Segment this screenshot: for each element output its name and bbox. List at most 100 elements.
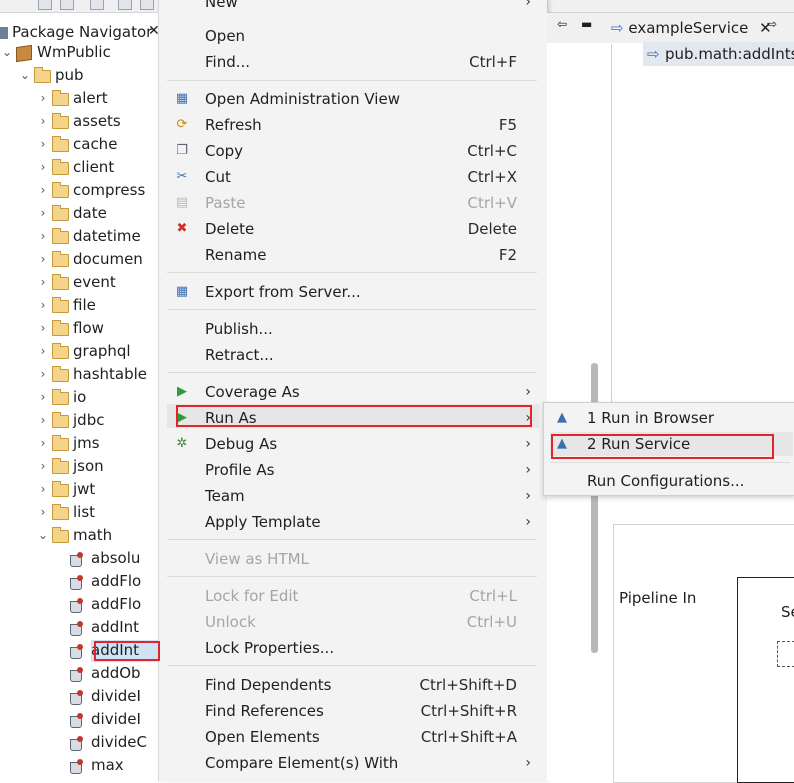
editor-tab-exampleservice[interactable]: ⇨ exampleService ✕ xyxy=(611,19,772,43)
minimize-icon[interactable]: ▬ xyxy=(581,17,592,31)
tree-item-folder[interactable]: › assets xyxy=(0,110,158,133)
folder-icon xyxy=(34,67,51,83)
tree-item-folder[interactable]: › datetime xyxy=(0,225,158,248)
tree-item-service[interactable]: addFlo xyxy=(0,570,158,593)
tree-item-folder[interactable]: › alert xyxy=(0,87,158,110)
chevron-icon[interactable]: › xyxy=(38,110,48,133)
tree-item-wmpublic[interactable]: ⌄ WmPublic xyxy=(0,41,158,64)
tree-item-service[interactable]: addOb xyxy=(0,662,158,685)
pipeline-box-text: Se xyxy=(781,603,794,621)
menu-item-debug-as[interactable]: ✲ Debug As › xyxy=(159,431,547,457)
tree-item-math[interactable]: ⌄ math xyxy=(0,524,158,547)
menu-item-publish[interactable]: Publish... xyxy=(159,316,547,342)
chevron-icon[interactable]: › xyxy=(38,294,48,317)
tree-item-service[interactable]: addInt xyxy=(0,616,158,639)
menu-item-open-elements[interactable]: Open Elements Ctrl+Shift+A xyxy=(159,724,547,750)
chevron-icon[interactable]: › xyxy=(38,179,48,202)
menu-item-copy[interactable]: ❐ Copy Ctrl+C xyxy=(159,138,547,164)
close-icon[interactable]: ✕ xyxy=(759,19,772,37)
menu-item-profile-as[interactable]: Profile As › xyxy=(159,457,547,483)
tree-item-folder[interactable]: › flow xyxy=(0,317,158,340)
menu-item-new[interactable]: New › xyxy=(159,0,547,15)
forward-icon[interactable] xyxy=(140,0,154,10)
tree-item-service[interactable]: divideI xyxy=(0,685,158,708)
close-icon[interactable]: ✕ xyxy=(148,23,158,39)
chevron-icon[interactable]: › xyxy=(38,202,48,225)
tree-item-folder[interactable]: › date xyxy=(0,202,158,225)
chevron-icon[interactable]: ⌄ xyxy=(38,524,48,547)
tree-item-service[interactable]: divideI xyxy=(0,708,158,731)
chevron-icon[interactable]: › xyxy=(38,455,48,478)
menu-item-shortcut: Ctrl+Shift+R xyxy=(420,702,517,720)
menu-item-rename[interactable]: Rename F2 xyxy=(159,242,547,268)
tree-item-folder[interactable]: › list xyxy=(0,501,158,524)
chevron-icon[interactable]: › xyxy=(38,340,48,363)
tree-item-service[interactable]: max xyxy=(0,754,158,777)
chevron-icon[interactable]: › xyxy=(38,386,48,409)
menu-item-compare-element-s-with[interactable]: Compare Element(s) With › xyxy=(159,750,547,776)
chevron-icon[interactable]: › xyxy=(38,409,48,432)
chevron-icon[interactable]: › xyxy=(38,248,48,271)
debug-icon: ✲ xyxy=(176,436,188,451)
menu-item-find-references[interactable]: Find References Ctrl+Shift+R xyxy=(159,698,547,724)
chevron-icon[interactable]: ⌄ xyxy=(20,64,30,87)
back-icon[interactable]: ⇦ xyxy=(557,17,567,31)
chevron-icon[interactable]: › xyxy=(38,432,48,455)
tree-item-folder[interactable]: › compress xyxy=(0,179,158,202)
menu-item-team[interactable]: Team › xyxy=(159,483,547,509)
tree-item-service[interactable]: absolu xyxy=(0,547,158,570)
tree-item-folder[interactable]: › documen xyxy=(0,248,158,271)
tree-item-service[interactable]: divideC xyxy=(0,731,158,754)
tree-item-folder[interactable]: › event xyxy=(0,271,158,294)
menu-item-retract[interactable]: Retract... xyxy=(159,342,547,368)
chevron-icon[interactable]: › xyxy=(38,87,48,110)
tree-item-folder[interactable]: › graphql xyxy=(0,340,158,363)
monitor-icon[interactable] xyxy=(90,0,104,10)
breadcrumb[interactable]: ⇨ pub.math:addInts xyxy=(643,42,794,66)
menu-item-shortcut: Ctrl+F xyxy=(469,53,517,71)
menu-item-delete[interactable]: ✖ Delete Delete xyxy=(159,216,547,242)
submenu-item-1-run-in-browser[interactable]: ▲ 1 Run in Browser xyxy=(544,405,794,431)
tree-item-service[interactable]: addFlo xyxy=(0,593,158,616)
menu-item-open[interactable]: Open xyxy=(159,23,547,49)
tree-item-folder[interactable]: › cache xyxy=(0,133,158,156)
chevron-icon[interactable]: ⌄ xyxy=(2,41,12,64)
tree-item-folder[interactable]: › file xyxy=(0,294,158,317)
chevron-icon[interactable]: › xyxy=(38,478,48,501)
tree-item-folder[interactable]: › json xyxy=(0,455,158,478)
menu-item-refresh[interactable]: ⟳ Refresh F5 xyxy=(159,112,547,138)
service-dot xyxy=(77,736,83,742)
menu-item-cut[interactable]: ✂ Cut Ctrl+X xyxy=(159,164,547,190)
chevron-icon[interactable]: › xyxy=(38,156,48,179)
tree-item-pub[interactable]: ⌄ pub xyxy=(0,64,158,87)
menu-item-apply-template[interactable]: Apply Template › xyxy=(159,509,547,535)
tree-item-folder[interactable]: › client xyxy=(0,156,158,179)
back-icon[interactable] xyxy=(118,0,132,10)
chevron-icon[interactable]: › xyxy=(38,317,48,340)
save-icon[interactable] xyxy=(38,0,52,10)
tree-item-folder[interactable]: › jdbc xyxy=(0,409,158,432)
menu-item-shortcut: Ctrl+Shift+D xyxy=(419,676,517,694)
menu-item-lock-properties[interactable]: Lock Properties... xyxy=(159,635,547,661)
tree-item-label: hashtable xyxy=(73,365,148,383)
menu-item-open-administration-view[interactable]: ▦ Open Administration View xyxy=(159,86,547,112)
pipeline-dashed-element[interactable] xyxy=(777,641,794,667)
tree-item-folder[interactable]: › jms xyxy=(0,432,158,455)
chevron-icon[interactable]: › xyxy=(38,225,48,248)
menu-item-coverage-as[interactable]: ▶ Coverage As › xyxy=(159,379,547,405)
tree-item-folder[interactable]: › io xyxy=(0,386,158,409)
tree-item-folder[interactable]: › jwt xyxy=(0,478,158,501)
tree-item-folder[interactable]: › hashtable xyxy=(0,363,158,386)
chevron-right-icon: › xyxy=(525,0,531,10)
chevron-icon[interactable]: › xyxy=(38,363,48,386)
submenu-item-run-configurations[interactable]: Run Configurations... xyxy=(544,468,794,494)
folder-icon xyxy=(52,136,69,152)
menu-item-find-dependents[interactable]: Find Dependents Ctrl+Shift+D xyxy=(159,672,547,698)
chevron-icon[interactable]: › xyxy=(38,501,48,524)
editor-area: ⇦ ▬ ⇨ ⇨ exampleService ✕ ⇨ pub.math:addI… xyxy=(547,13,794,783)
chevron-icon[interactable]: › xyxy=(38,133,48,156)
menu-item-export-from-server[interactable]: ▦ Export from Server... xyxy=(159,279,547,305)
chevron-icon[interactable]: › xyxy=(38,271,48,294)
save-all-icon[interactable] xyxy=(60,0,74,10)
menu-item-find[interactable]: Find... Ctrl+F xyxy=(159,49,547,75)
